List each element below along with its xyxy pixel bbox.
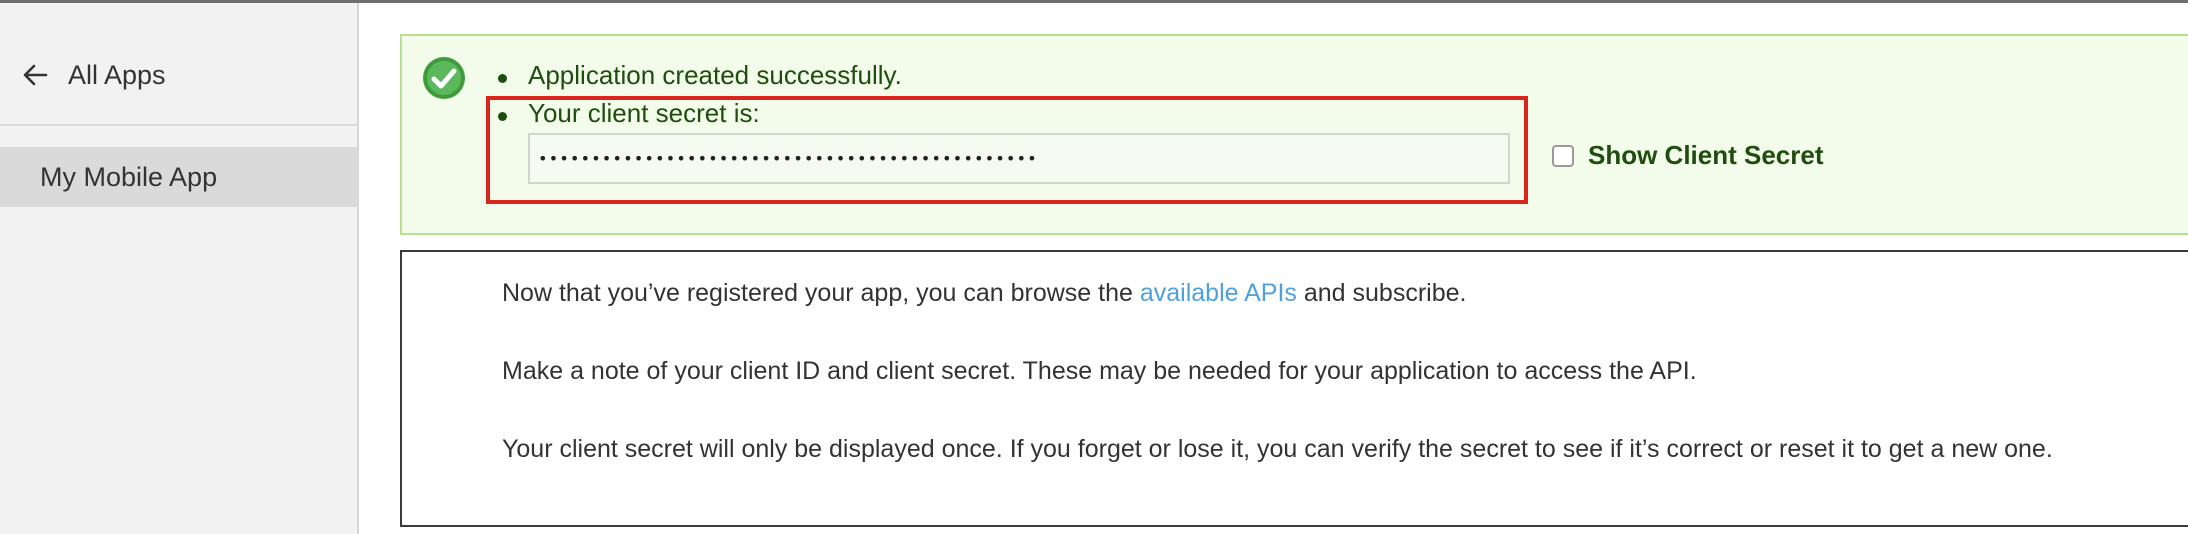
available-apis-link[interactable]: available APIs <box>1140 279 1297 307</box>
show-secret-label: Show Client Secret <box>1588 140 1824 170</box>
sidebar-item-label: My Mobile App <box>40 161 218 192</box>
all-apps-label: All Apps <box>68 59 166 90</box>
info-browse-apis: Now that you’ve registered your app, you… <box>502 279 1466 308</box>
info-note-credentials: Make a note of your client ID and client… <box>502 357 1697 385</box>
arrow-left-icon <box>22 62 48 88</box>
sidebar: All Apps My Mobile App <box>0 3 359 534</box>
success-message: Application created successfully. <box>528 60 902 90</box>
all-apps-link[interactable]: All Apps <box>22 55 166 95</box>
info-secret-warning: Your client secret will only be displaye… <box>502 435 2053 463</box>
sidebar-item-my-mobile-app[interactable]: My Mobile App <box>0 147 357 207</box>
info-text: Now that you’ve registered your app, you… <box>502 279 1140 307</box>
client-secret-field[interactable] <box>528 133 1510 184</box>
sidebar-divider <box>0 124 357 126</box>
info-text: and subscribe. <box>1296 279 1467 307</box>
show-client-secret-toggle[interactable]: Show Client Secret <box>1552 140 1824 171</box>
bullet-marker <box>498 74 507 83</box>
success-alert: Application created successfully. Your c… <box>400 34 2188 235</box>
check-circle-icon <box>422 56 466 100</box>
info-panel: Now that you’ve registered your app, you… <box>400 250 2188 527</box>
show-secret-checkbox[interactable] <box>1552 144 1574 167</box>
